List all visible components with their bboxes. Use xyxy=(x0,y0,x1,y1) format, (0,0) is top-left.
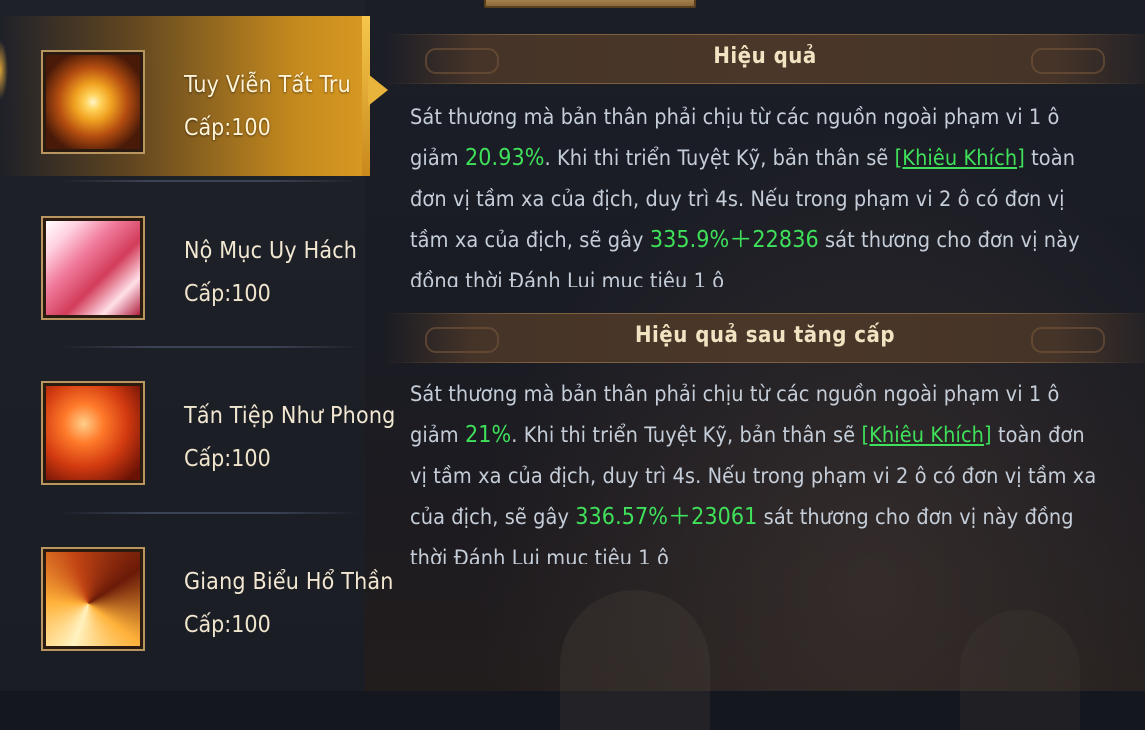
reduction-value: 21% xyxy=(465,422,512,448)
skill-level: Cấp:100 xyxy=(184,115,271,141)
skill-name[interactable]: Giang Biểu Hổ Thần xyxy=(184,569,394,595)
reduction-value: 20.93% xyxy=(465,145,545,171)
damage-value: 335.9%＋22836 xyxy=(649,227,819,253)
background-arch xyxy=(560,590,710,730)
golden-shield-skill-icon[interactable] xyxy=(41,50,145,154)
fire-blade-skill-icon[interactable] xyxy=(41,381,145,485)
skill-name: Tuy Viễn Tất Tru xyxy=(184,72,351,98)
effect-description[interactable]: Sát thương mà bản thân phải chịu từ các … xyxy=(410,97,1100,287)
damage-value: 336.57%＋23061 xyxy=(575,504,758,530)
divider xyxy=(60,180,360,182)
desc-text: . Khi thi triển Tuyệt Kỹ, bản thân sẽ xyxy=(544,146,895,171)
upgrade-title: Hiệu quả sau tăng cấp xyxy=(634,323,896,348)
taunt-status-link[interactable]: [Khiêu Khích] xyxy=(861,423,991,448)
background-arch xyxy=(960,610,1080,730)
skill-level: Cấp:100 xyxy=(184,612,271,638)
skill-list: Tuy Viễn Tất Tru Cấp:100 Nộ Mục Uy Hách … xyxy=(0,0,395,691)
divider xyxy=(60,346,360,348)
skill-name[interactable]: Nộ Mục Uy Hách xyxy=(184,238,357,264)
skill-level: Cấp:100 xyxy=(184,446,271,472)
upgrade-description[interactable]: Sát thương mà bản thân phải chịu từ các … xyxy=(410,374,1100,564)
upgrade-header: Hiệu quả sau tăng cấp xyxy=(385,313,1145,363)
taunt-status-link[interactable]: [Khiêu Khích] xyxy=(895,146,1025,171)
top-tab-edge[interactable] xyxy=(484,0,696,8)
effect-title: Hiệu quả xyxy=(713,44,817,69)
skill-level: Cấp:100 xyxy=(184,281,271,307)
desc-text: . Khi thi triển Tuyệt Kỹ, bản thân sẽ xyxy=(511,423,862,448)
flame-burst-skill-icon[interactable] xyxy=(41,547,145,651)
effect-header: Hiệu quả xyxy=(385,34,1145,84)
divider xyxy=(60,512,360,514)
skill-name[interactable]: Tấn Tiệp Như Phong xyxy=(184,403,396,429)
pink-spear-skill-icon[interactable] xyxy=(41,216,145,320)
